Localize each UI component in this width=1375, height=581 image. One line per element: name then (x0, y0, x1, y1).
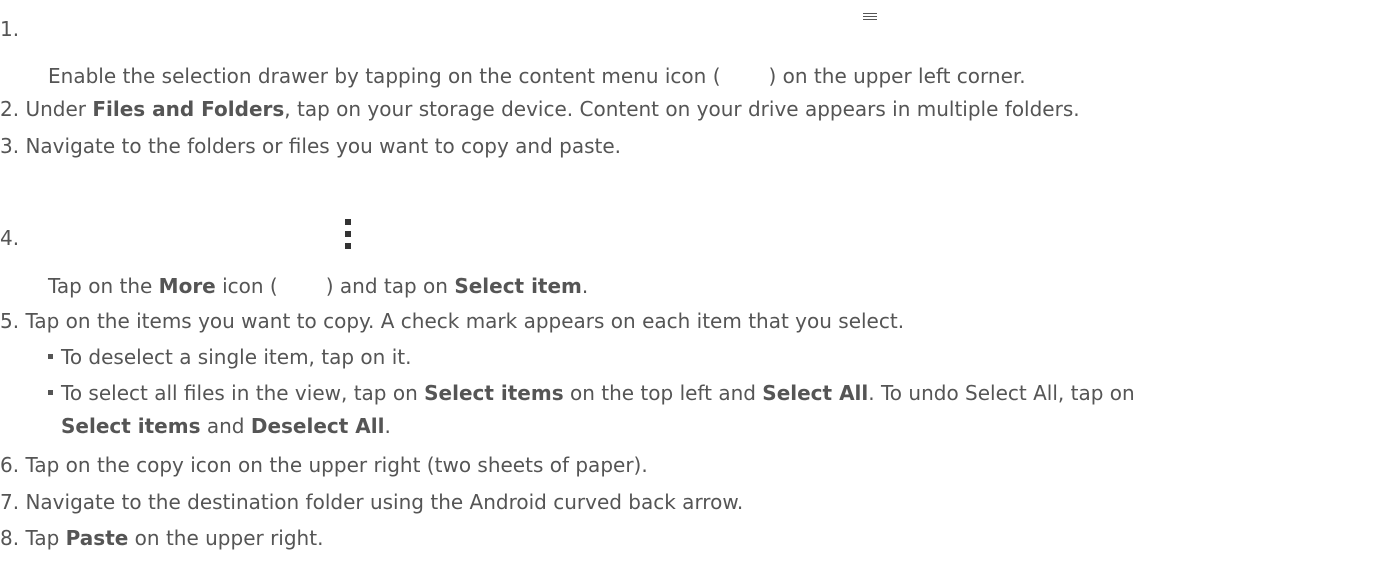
step-number: 8. (0, 526, 20, 550)
step-number: 6. (0, 453, 20, 477)
bold-text: Select All (762, 381, 869, 405)
step-5-sub-2: To select all files in the view, tap on … (48, 381, 1135, 405)
step-number: 3. (0, 134, 20, 158)
step-number: 5. (0, 309, 20, 333)
step-5-sub-2-cont: Select items and Deselect All. (61, 414, 391, 438)
step-3: 3. Navigate to the folders or files you … (0, 134, 622, 158)
step-5: 5. Tap on the items you want to copy. A … (0, 309, 905, 333)
step-5-sub-1: To deselect a single item, tap on it. (48, 345, 411, 369)
bold-text: Select items (424, 381, 564, 405)
bold-text: Select items (61, 414, 201, 438)
step-8: 8. Tap Paste on the upper right. (0, 526, 324, 550)
step-4-number: 4. (0, 226, 19, 250)
step-number: 4. (0, 226, 20, 250)
more-vertical-icon (345, 219, 351, 249)
bold-text: Select item (454, 274, 582, 298)
bold-text: Paste (65, 526, 129, 550)
step-number: 2. (0, 97, 20, 121)
step-number: 1. (0, 17, 20, 41)
bullet-icon (48, 390, 53, 395)
step-1-number: 1. (0, 17, 19, 41)
menu-icon (863, 13, 877, 21)
step-7: 7. Navigate to the destination folder us… (0, 490, 744, 514)
bullet-icon (48, 354, 53, 359)
bold-text: Files and Folders (92, 97, 285, 121)
bold-text: More (158, 274, 216, 298)
step-number: 7. (0, 490, 20, 514)
bold-text: Deselect All (250, 414, 385, 438)
step-1-text: Enable the selection drawer by tapping o… (48, 64, 1026, 88)
step-2: 2. Under Files and Folders, tap on your … (0, 97, 1080, 121)
step-4-text: Tap on the More icon () and tap on Selec… (48, 274, 589, 298)
step-6: 6. Tap on the copy icon on the upper rig… (0, 453, 648, 477)
